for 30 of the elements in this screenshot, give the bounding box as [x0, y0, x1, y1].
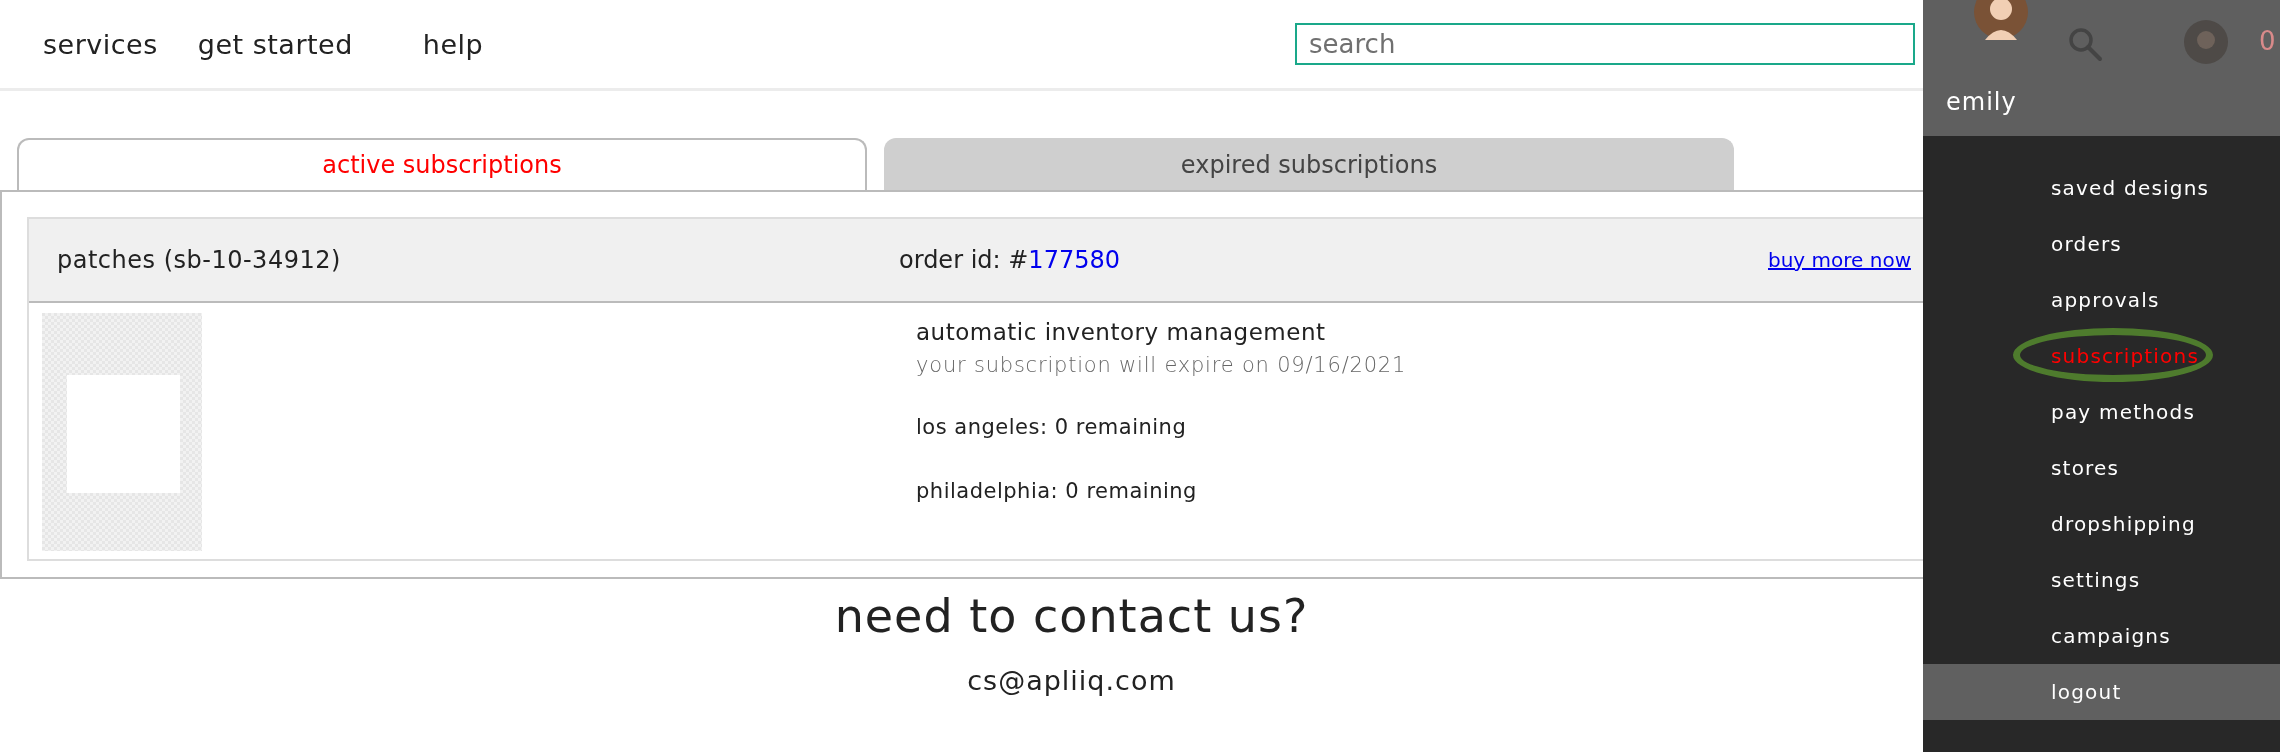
menu-item[interactable]: saved designs	[2051, 176, 2210, 200]
subscription-title: automatic inventory management	[916, 319, 1327, 345]
menu-item[interactable]: dropshipping	[2051, 512, 2196, 536]
nav-link[interactable]: services	[43, 28, 158, 60]
product-name: patches (sb-10-34912)	[57, 246, 342, 274]
email-link[interactable]: cs@apliiq.com	[967, 665, 1176, 696]
user-name: emily	[1946, 88, 2018, 116]
menu-item[interactable]: campaigns	[2051, 624, 2171, 648]
tab[interactable]: expired subscriptions	[884, 138, 1734, 190]
buy-more-link[interactable]: buy more now	[1768, 248, 1911, 272]
search-icon[interactable]	[2067, 26, 2103, 62]
location-remaining: philadelphia: 0 remaining	[916, 479, 1198, 503]
menu-item[interactable]: stores	[2051, 456, 2120, 480]
menu-item[interactable]: orders	[2051, 232, 2122, 256]
nav-link[interactable]: help	[422, 28, 484, 60]
contact-heading: need to contact us?	[834, 589, 1309, 643]
menu-item[interactable]: logout	[2051, 680, 2122, 704]
cart-count: 0	[2259, 26, 2276, 56]
menu-item[interactable]: pay methods	[2051, 400, 2195, 424]
menu-item[interactable]: approvals	[2051, 288, 2160, 312]
order-label: order id: #	[899, 246, 1029, 274]
search-field[interactable]: search	[1295, 23, 1915, 65]
location-remaining: los angeles: 0 remaining	[916, 415, 1188, 439]
menu-item[interactable]: settings	[2051, 568, 2141, 592]
tab[interactable]: active subscriptions	[17, 138, 867, 190]
expiry-text: your subscription will expire on 09/16/2021	[916, 353, 1407, 377]
nav-link[interactable]: get started	[197, 28, 353, 60]
avatar-icon[interactable]	[1973, 0, 2029, 40]
order-id-link[interactable]: 177580	[1028, 246, 1120, 274]
menu-item[interactable]: subscriptions	[2051, 344, 2199, 368]
